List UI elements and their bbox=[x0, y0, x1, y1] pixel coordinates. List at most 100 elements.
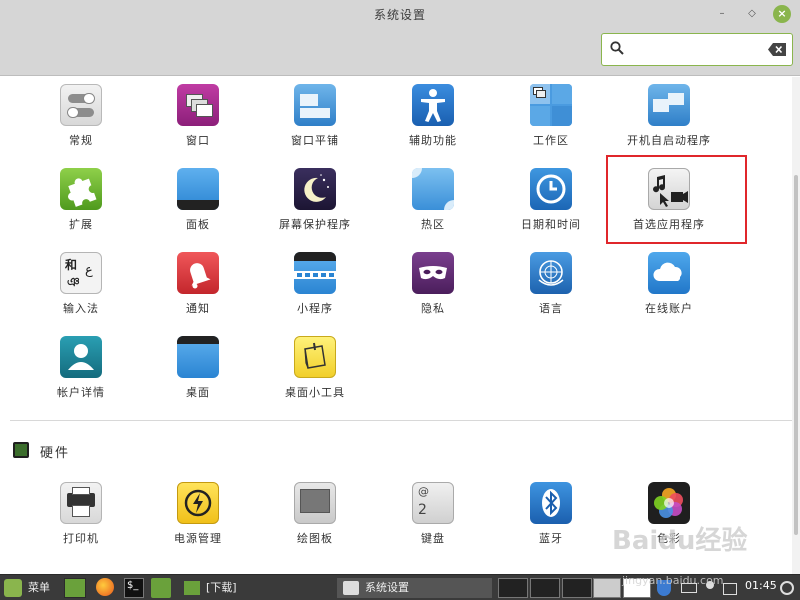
search-icon bbox=[610, 41, 624, 55]
item-label: 日期和时间 bbox=[521, 218, 581, 231]
taskbar-menu-button[interactable]: 菜单 bbox=[4, 578, 64, 598]
workspace-1[interactable] bbox=[498, 578, 528, 598]
item-label: 输入法 bbox=[63, 302, 99, 315]
selection-highlight bbox=[606, 155, 747, 244]
settings-item-language[interactable]: 语言 bbox=[496, 246, 606, 326]
item-label: 隐私 bbox=[421, 302, 445, 315]
bluetooth-icon bbox=[530, 482, 572, 524]
item-label: 在线账户 bbox=[645, 302, 693, 315]
item-label: 帐户详情 bbox=[57, 386, 105, 399]
color-icon bbox=[648, 482, 690, 524]
item-label: 热区 bbox=[421, 218, 445, 231]
settings-item-accessibility[interactable]: 辅助功能 bbox=[378, 78, 488, 158]
settings-item-account-details[interactable]: 帐户详情 bbox=[26, 330, 136, 410]
settings-item-desktop[interactable]: 桌面 bbox=[143, 330, 253, 410]
settings-item-general[interactable]: 常规 bbox=[26, 78, 136, 158]
watermark-brand: Baidu经验 bbox=[612, 526, 748, 556]
scrollbar-thumb[interactable] bbox=[794, 175, 798, 535]
windows-icon bbox=[177, 84, 219, 126]
workspace-4[interactable] bbox=[593, 578, 621, 598]
input-method-icon: 和 ঞ ع bbox=[60, 252, 102, 294]
item-label: 辅助功能 bbox=[409, 134, 457, 147]
section-title: 硬件 bbox=[40, 446, 71, 461]
item-label: 桌面 bbox=[186, 386, 210, 399]
settings-item-tiling[interactable]: 窗口平铺 bbox=[260, 78, 370, 158]
globe-icon bbox=[530, 252, 572, 294]
clock[interactable]: 01:45 bbox=[745, 579, 777, 592]
settings-item-printers[interactable]: 打印机 bbox=[26, 476, 136, 556]
system-settings-window: 系统设置 – ◇ × 常规 窗口 窗口平铺 辅助功能 工作区 开机自启动程序 扩… bbox=[0, 0, 800, 574]
search-input[interactable] bbox=[630, 38, 760, 62]
item-label: 绘图板 bbox=[297, 532, 333, 545]
taskbar-window-downloads[interactable]: [下载] bbox=[180, 578, 330, 598]
item-label: 窗口 bbox=[186, 134, 210, 147]
settings-item-graphics-tablet[interactable]: 绘图板 bbox=[260, 476, 370, 556]
settings-item-hotcorner[interactable]: 热区 bbox=[378, 162, 488, 242]
toggle-icon bbox=[60, 84, 102, 126]
settings-item-screensaver[interactable]: 屏幕保护程序 bbox=[260, 162, 370, 242]
search-field[interactable] bbox=[601, 33, 793, 66]
item-label: 键盘 bbox=[421, 532, 445, 545]
desktop-icon bbox=[177, 336, 219, 378]
item-label: 窗口平铺 bbox=[291, 134, 339, 147]
firefox-icon[interactable] bbox=[96, 578, 116, 598]
settings-item-panel[interactable]: 面板 bbox=[143, 162, 253, 242]
item-label: 通知 bbox=[186, 302, 210, 315]
user-icon bbox=[60, 336, 102, 378]
keyboard-icon: @ 2 bbox=[412, 482, 454, 524]
settings-item-keyboard[interactable]: @ 2 键盘 bbox=[378, 476, 488, 556]
settings-item-bluetooth[interactable]: 蓝牙 bbox=[496, 476, 606, 556]
close-button[interactable]: × bbox=[773, 5, 791, 23]
minimize-button[interactable]: – bbox=[714, 6, 730, 22]
downloads-window-label: [下载] bbox=[206, 581, 237, 594]
maximize-button[interactable]: ◇ bbox=[744, 6, 760, 22]
workspace-icon bbox=[530, 84, 572, 126]
item-label: 开机自启动程序 bbox=[627, 134, 711, 147]
settings-item-input-method[interactable]: 和 ঞ ع 输入法 bbox=[26, 246, 136, 326]
mask-icon bbox=[412, 252, 454, 294]
settings-item-desklets[interactable]: 桌面小工具 bbox=[260, 330, 370, 410]
settings-item-workspace[interactable]: 工作区 bbox=[496, 78, 606, 158]
settings-item-privacy[interactable]: 隐私 bbox=[378, 246, 488, 326]
power-icon bbox=[177, 482, 219, 524]
workspace-3[interactable] bbox=[562, 578, 592, 598]
tablet-icon bbox=[294, 482, 336, 524]
desklet-icon bbox=[294, 336, 336, 378]
chip-icon bbox=[13, 442, 29, 458]
hotcorner-icon bbox=[412, 168, 454, 210]
panel-icon bbox=[177, 168, 219, 210]
settings-item-notifications[interactable]: 通知 bbox=[143, 246, 253, 326]
mint-logo-icon bbox=[4, 579, 22, 597]
item-label: 小程序 bbox=[297, 302, 333, 315]
settings-item-power[interactable]: 电源管理 bbox=[143, 476, 253, 556]
settings-item-startup[interactable]: 开机自启动程序 bbox=[614, 78, 724, 158]
settings-item-windows[interactable]: 窗口 bbox=[143, 78, 253, 158]
scrollbar[interactable] bbox=[792, 77, 800, 574]
tiling-icon bbox=[294, 84, 336, 126]
network-icon[interactable] bbox=[723, 578, 739, 598]
item-label: 打印机 bbox=[63, 532, 99, 545]
watermark-url: jingyan.baidu.com bbox=[622, 574, 724, 587]
power-tray-icon[interactable] bbox=[780, 578, 796, 598]
settings-item-applets[interactable]: 小程序 bbox=[260, 246, 370, 326]
item-label: 电源管理 bbox=[174, 532, 222, 545]
settings-item-extensions[interactable]: 扩展 bbox=[26, 162, 136, 242]
section-divider bbox=[10, 420, 792, 421]
clear-icon[interactable] bbox=[768, 43, 786, 56]
item-label: 蓝牙 bbox=[539, 532, 563, 545]
settings-window-label: 系统设置 bbox=[365, 581, 409, 594]
accessibility-icon bbox=[412, 84, 454, 126]
workspace-2[interactable] bbox=[530, 578, 560, 598]
settings-item-datetime[interactable]: 日期和时间 bbox=[496, 162, 606, 242]
window-title: 系统设置 bbox=[373, 8, 426, 22]
startup-icon bbox=[648, 84, 690, 126]
menu-label: 菜单 bbox=[28, 581, 50, 594]
taskbar-window-settings[interactable]: 系统设置 bbox=[337, 578, 492, 598]
settings-content: 常规 窗口 窗口平铺 辅助功能 工作区 开机自启动程序 扩展 面板 屏幕保护程序… bbox=[0, 77, 792, 574]
files-icon[interactable] bbox=[151, 578, 171, 598]
terminal-icon[interactable]: $_ bbox=[124, 578, 144, 598]
settings-item-online-accounts[interactable]: 在线账户 bbox=[614, 246, 724, 326]
item-label: 扩展 bbox=[69, 218, 93, 231]
item-label: 桌面小工具 bbox=[285, 386, 345, 399]
show-desktop-icon[interactable] bbox=[64, 578, 86, 598]
